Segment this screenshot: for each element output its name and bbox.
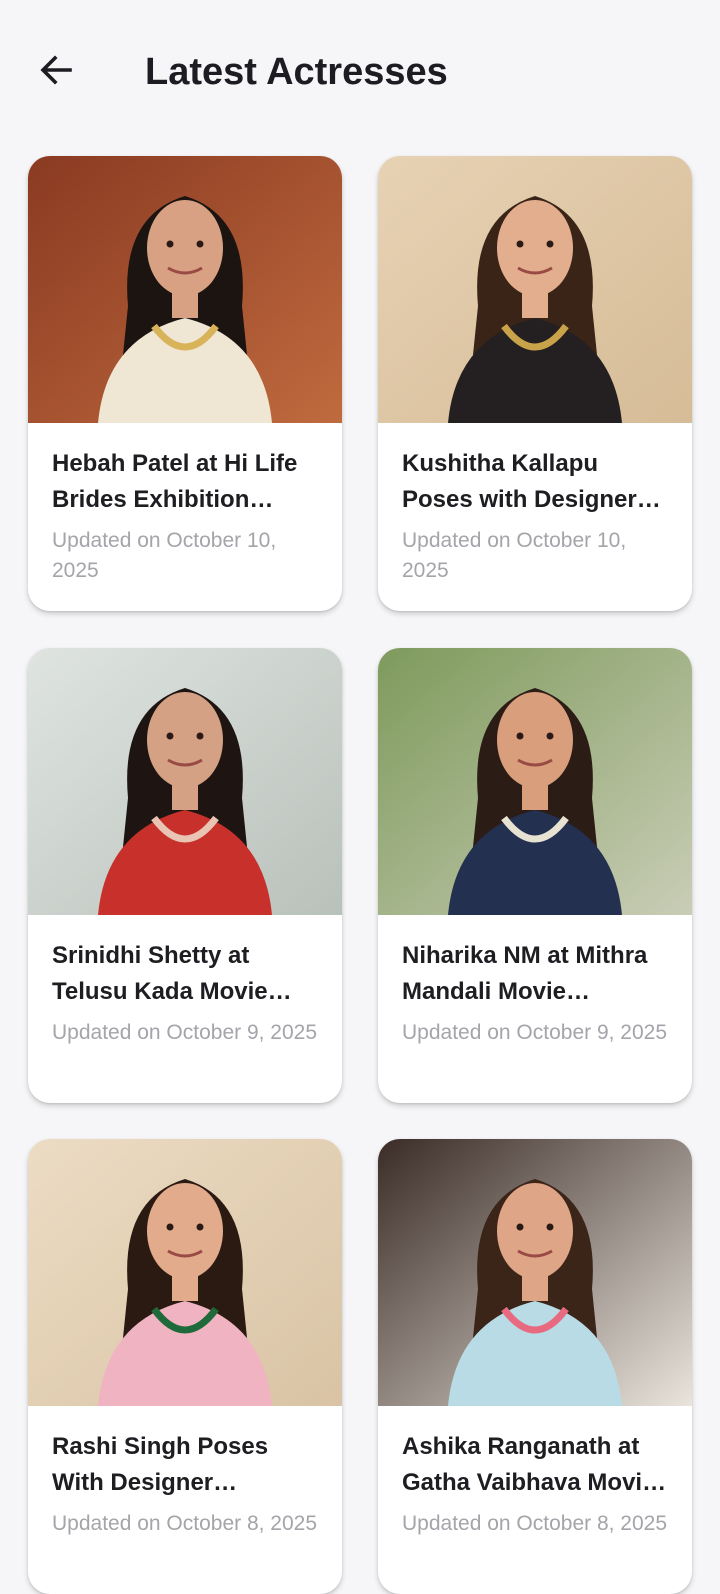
card-date: Updated on October 9, 2025 — [402, 1021, 668, 1044]
card-date: Updated on October 9, 2025 — [52, 1021, 318, 1044]
app-bar: Latest Actresses — [0, 0, 720, 140]
card-title: Hebah Patel at Hi Life Brides Exhibition… — [52, 450, 298, 513]
card-date: Updated on October 8, 2025 — [52, 1512, 318, 1535]
actress-thumbnail — [378, 648, 692, 915]
card-title: Rashi Singh Poses With Designer Jeweller… — [52, 1433, 269, 1496]
card-title: Niharika NM at Mithra Mandali Movie Inte… — [402, 942, 648, 1005]
actress-thumbnail — [28, 156, 342, 423]
actress-thumbnail — [378, 156, 692, 423]
actress-card[interactable]: Kushitha Kallapu Poses with Designer Jew… — [378, 156, 692, 611]
card-title: Srinidhi Shetty at Telusu Kada Movie Int… — [52, 942, 268, 1005]
card-title: Kushitha Kallapu Poses with Designer Jew… — [402, 450, 637, 513]
actress-thumbnail — [378, 1139, 692, 1406]
card-date: Updated on October 10, 2025 — [52, 529, 277, 582]
actress-card[interactable]: Rashi Singh Poses With Designer Jeweller… — [28, 1139, 342, 1594]
page-title: Latest Actresses — [145, 51, 448, 93]
arrow-left-icon — [38, 52, 74, 93]
card-date: Updated on October 10, 2025 — [402, 529, 627, 582]
actress-card[interactable]: Ashika Ranganath at Gatha Vaibhava Movie… — [378, 1139, 692, 1594]
actress-thumbnail — [28, 1139, 342, 1406]
actress-thumbnail — [28, 648, 342, 915]
card-title: Ashika Ranganath at Gatha Vaibhava Movie… — [402, 1433, 656, 1496]
back-button[interactable] — [28, 44, 84, 100]
actress-card[interactable]: Niharika NM at Mithra Mandali Movie Inte… — [378, 648, 692, 1103]
actress-card[interactable]: Hebah Patel at Hi Life Brides Exhibition… — [28, 156, 342, 611]
card-date: Updated on October 8, 2025 — [402, 1512, 668, 1535]
actress-card[interactable]: Srinidhi Shetty at Telusu Kada Movie Int… — [28, 648, 342, 1103]
